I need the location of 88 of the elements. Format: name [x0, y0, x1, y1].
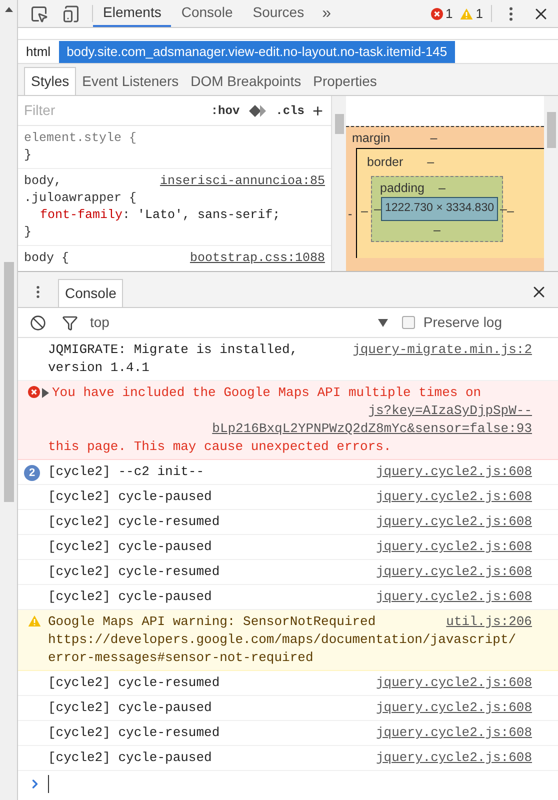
panel-tab[interactable]: Sources	[242, 0, 314, 27]
source-link[interactable]: jquery.cycle2.js:608	[376, 724, 532, 742]
expand-arrow-icon[interactable]	[42, 388, 49, 398]
source-link[interactable]: jquery.cycle2.js:608	[376, 749, 532, 767]
box-value: –	[507, 202, 514, 220]
warning-count: 1	[476, 4, 483, 23]
rule-selector: body,	[24, 173, 62, 190]
source-link[interactable]: jquery.cycle2.js:608	[376, 674, 532, 692]
source-link[interactable]: inserisci-annuncioa:85	[160, 173, 325, 190]
source-link[interactable]: jquery.cycle2.js:608	[376, 463, 532, 481]
source-link[interactable]: jquery.cycle2.js:608	[376, 588, 532, 606]
device-icon[interactable]	[62, 4, 80, 22]
message-text: [cycle2] cycle-resumed	[48, 674, 220, 692]
warning-icon	[28, 615, 41, 627]
box-value: –	[430, 130, 438, 147]
source-link[interactable]: bootstrap.css:1088	[190, 250, 325, 267]
rule-selector: .juloawrapper {	[24, 190, 137, 207]
box-label: padding	[380, 180, 424, 197]
source-link[interactable]: jquery.cycle2.js:608	[376, 513, 532, 531]
box-label: border	[367, 154, 404, 171]
rule-closing-brace: }	[24, 224, 33, 241]
hover-state-button[interactable]: :hov	[206, 102, 244, 120]
box-value: –	[361, 202, 369, 220]
element-classes-icon[interactable]	[248, 104, 268, 118]
box-label: margin	[352, 130, 390, 147]
css-separator: :	[122, 208, 130, 222]
sidebar-tab[interactable]: Styles	[24, 67, 76, 95]
source-link[interactable]: js?key=AIzaSyDjpSpW--	[368, 402, 532, 420]
message-text: [cycle2] cycle-resumed	[48, 724, 220, 742]
sidebar-tab[interactable]: Event Listeners	[76, 67, 185, 95]
more-tabs-button[interactable]: »	[314, 0, 339, 27]
message-text: [cycle2] cycle-paused	[48, 588, 212, 606]
warning-icon	[460, 8, 473, 20]
inspect-icon[interactable]	[30, 4, 48, 22]
repeat-count: 2	[24, 465, 40, 481]
message-text: You have included the Google Maps API multiple times on	[52, 384, 482, 402]
message-text: [cycle2] cycle-paused	[48, 699, 212, 717]
message-text: [cycle2] cycle-paused	[48, 538, 212, 556]
filter-field[interactable]: Filter	[24, 100, 207, 121]
scroll-up-arrow-icon[interactable]	[4, 7, 12, 12]
error-icon	[430, 8, 443, 20]
message-text: [cycle2] cycle-paused	[48, 488, 212, 506]
box-value: –	[434, 222, 440, 236]
preserve-log-label: Preserve log	[423, 313, 502, 332]
box-value: -	[348, 206, 352, 221]
box-value: –	[438, 180, 446, 196]
message-text: JQMIGRATE: Migrate is installed,	[48, 341, 298, 359]
sidebar-tab[interactable]: DOM Breakpoints	[184, 67, 308, 95]
source-link[interactable]: jquery.cycle2.js:608	[376, 488, 532, 506]
preserve-log-checkbox[interactable]	[402, 316, 416, 329]
error-icon	[28, 386, 40, 398]
new-rule-button[interactable]: +	[308, 102, 327, 120]
panel-tab[interactable]: Console	[171, 0, 243, 27]
context-selector[interactable]: top	[90, 312, 388, 333]
source-link[interactable]: bLp216BxqL2YPNPWzQ2dZ8mYc&sensor=false:93	[212, 420, 532, 438]
content-size: 1222.730 × 3334.830	[380, 197, 498, 220]
source-link[interactable]: util.js:206	[446, 613, 532, 631]
scrollbar-thumb[interactable]	[4, 262, 14, 502]
filter-icon[interactable]	[62, 314, 78, 330]
drawer-tab[interactable]: Console	[58, 279, 124, 307]
message-text: [cycle2] cycle-resumed	[48, 513, 220, 531]
source-link[interactable]: jquery.cycle2.js:608	[376, 699, 532, 717]
message-text: error-messages#sensor-not-required	[48, 649, 314, 667]
css-property: font-family	[40, 208, 123, 222]
source-link[interactable]: jquery-migrate.min.js:2	[352, 341, 532, 359]
css-value: 'Lato', sans-serif;	[138, 208, 280, 222]
dropdown-arrow-icon	[378, 318, 388, 326]
message-text: [cycle2] cycle-paused	[48, 749, 212, 767]
breadcrumb[interactable]: html	[18, 40, 59, 62]
message-text: this page. This may cause unexpected errors.	[48, 438, 392, 456]
box-value: –	[500, 200, 507, 218]
message-text: https://developers.google.com/maps/documentation/javascript/	[48, 631, 518, 649]
breadcrumb[interactable]: body.site.com_adsmanager.view-edit.no-layout.no-task.itemid-145	[58, 40, 456, 62]
box-value: –	[374, 200, 381, 218]
rule-selector: body {	[24, 250, 70, 267]
sidebar-tab[interactable]: Properties	[307, 67, 383, 95]
message-text: [cycle2] --c2 init--	[48, 463, 204, 481]
clear-console-icon[interactable]	[30, 314, 46, 330]
message-text: Google Maps API warning: SensorNotRequired	[48, 613, 376, 631]
box-value: –	[427, 154, 434, 171]
rule-closing-brace: }	[24, 147, 33, 164]
classes-button[interactable]: .cls	[272, 102, 308, 120]
message-text: version 1.4.1	[48, 359, 150, 377]
source-link[interactable]: jquery.cycle2.js:608	[376, 538, 532, 556]
error-count: 1	[446, 4, 453, 23]
message-text: [cycle2] cycle-resumed	[48, 563, 220, 581]
source-link[interactable]: jquery.cycle2.js:608	[376, 563, 532, 581]
rule-selector: element.style {	[24, 130, 137, 147]
